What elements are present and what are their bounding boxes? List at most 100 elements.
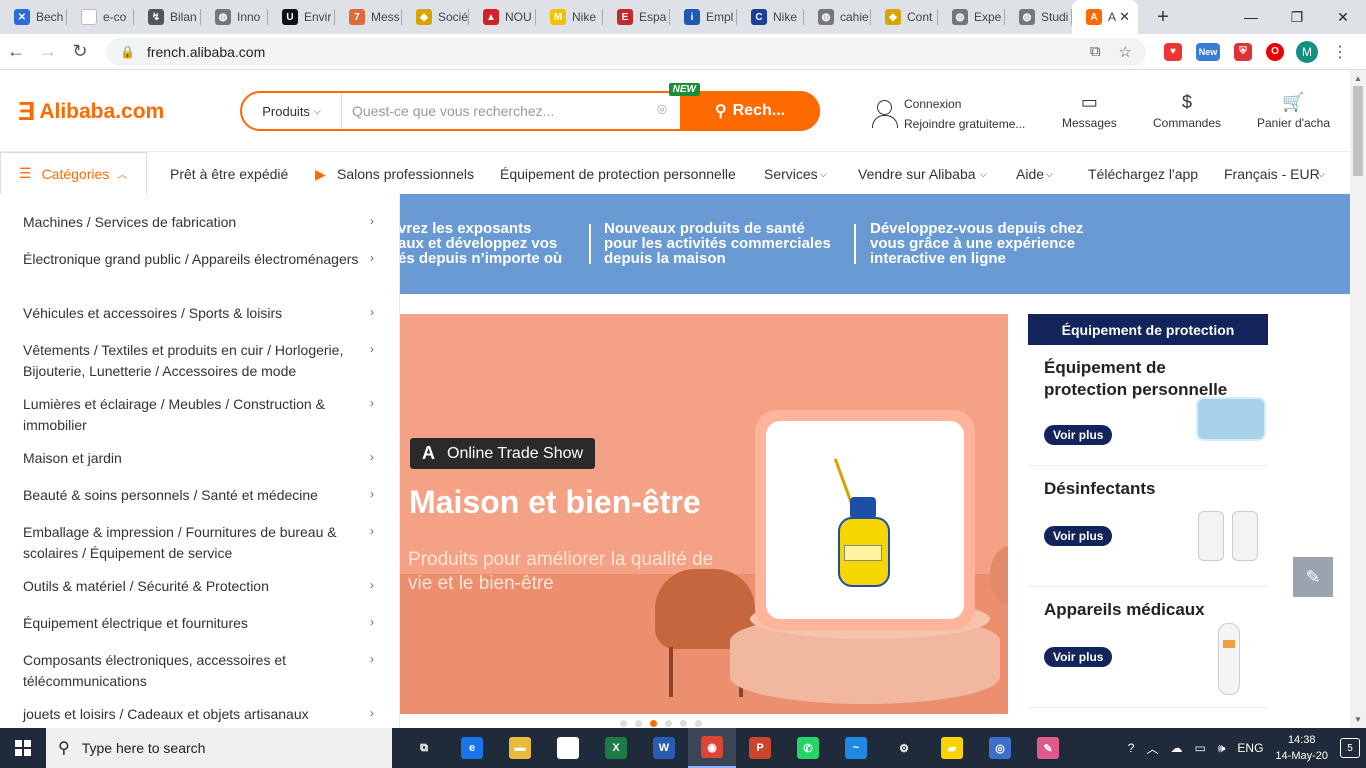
- category-menu-item[interactable]: Équipement électrique et fournitures: [23, 613, 363, 634]
- taskbar-app-file-explorer[interactable]: ▬: [496, 728, 544, 768]
- category-menu-item[interactable]: Maison et jardin: [23, 448, 363, 469]
- shield-icon[interactable]: ⛨: [1234, 42, 1252, 61]
- side-item-ppe[interactable]: Équipement de protection personnelle Voi…: [1028, 345, 1268, 466]
- nav-help[interactable]: Aide: [1016, 166, 1044, 182]
- browser-tab-active[interactable]: A A ✕: [1072, 0, 1138, 34]
- volume-icon[interactable]: 🕪: [1218, 741, 1226, 756]
- notification-center-icon[interactable]: 5: [1340, 738, 1360, 758]
- camera-search-icon[interactable]: ⌾: [644, 102, 680, 120]
- taskbar-search[interactable]: ⚲ Type here to search: [46, 728, 392, 768]
- nav-language[interactable]: Français - EUR: [1224, 166, 1320, 182]
- browser-tab[interactable]: ◍ Expe: [938, 0, 1005, 34]
- taskbar-app-sticky-notes[interactable]: ▰: [928, 728, 976, 768]
- opera-icon[interactable]: O: [1266, 42, 1284, 61]
- bookmark-star-icon[interactable]: ☆: [1119, 43, 1132, 61]
- taskbar-app-store[interactable]: ▦: [544, 728, 592, 768]
- clock[interactable]: 14:38 14-May-20: [1275, 732, 1328, 764]
- nav-ready-to-ship[interactable]: Prêt à être expédié: [170, 166, 288, 182]
- browser-tab[interactable]: ↯ Bilan: [134, 0, 201, 34]
- battery-icon[interactable]: ▭: [1195, 741, 1206, 755]
- side-item-medical[interactable]: Appareils médicaux Voir plus: [1028, 587, 1268, 708]
- browser-tab[interactable]: ◆ Cont: [871, 0, 938, 34]
- translate-icon[interactable]: ⧉: [1090, 43, 1101, 61]
- carousel-dot-active[interactable]: [650, 720, 657, 727]
- carousel-dot[interactable]: [635, 720, 642, 727]
- browser-tab[interactable]: ✕ Bech: [0, 0, 67, 34]
- login-link[interactable]: Connexion: [904, 94, 1025, 114]
- minimize-button[interactable]: —: [1228, 0, 1274, 34]
- feedback-icon[interactable]: ✎: [1293, 557, 1333, 597]
- orders-button[interactable]: $ Commandes: [1153, 90, 1221, 130]
- nav-trade-shows[interactable]: Salons professionnels: [337, 166, 474, 182]
- reload-button[interactable]: ↻: [64, 41, 96, 62]
- category-menu-item[interactable]: Électronique grand public / Appareils él…: [23, 249, 363, 270]
- browser-tab[interactable]: U Envir: [268, 0, 335, 34]
- taskbar-app-app-paint[interactable]: ✎: [1024, 728, 1072, 768]
- taskbar-app-messenger[interactable]: ~: [832, 728, 880, 768]
- side-item-disinfectants[interactable]: Désinfectants Voir plus: [1028, 466, 1268, 587]
- help-icon[interactable]: ?: [1128, 741, 1135, 755]
- browser-tab[interactable]: 7 Mess: [335, 0, 402, 34]
- address-bar[interactable]: 🔒 french.alibaba.com ⧉ ☆: [106, 37, 1146, 66]
- start-button[interactable]: [0, 728, 46, 768]
- category-menu-item[interactable]: Composants électroniques, accessoires et…: [23, 650, 363, 692]
- close-window-button[interactable]: ✕: [1320, 0, 1366, 34]
- hero-banner[interactable]: A Online Trade Show Maison et bien-être …: [400, 314, 1008, 714]
- nav-sell[interactable]: Vendre sur Alibaba: [858, 166, 976, 182]
- see-more-button[interactable]: Voir plus: [1044, 425, 1113, 445]
- cloud-icon[interactable]: ☁: [1171, 741, 1183, 755]
- browser-tab[interactable]: C Nike: [737, 0, 804, 34]
- carousel-dot[interactable]: [695, 720, 702, 727]
- alibaba-logo[interactable]: Ǝ Alibaba.com: [18, 96, 164, 127]
- browser-tab[interactable]: ◍ Studi: [1005, 0, 1072, 34]
- scroll-thumb[interactable]: [1353, 86, 1363, 176]
- carousel-dot[interactable]: [620, 720, 627, 727]
- taskbar-app-chrome[interactable]: ◉: [688, 728, 736, 768]
- browser-tab[interactable]: i Empl: [670, 0, 737, 34]
- carousel-dot[interactable]: [680, 720, 687, 727]
- carousel-dot[interactable]: [665, 720, 672, 727]
- page-scrollbar[interactable]: ▲ ▼: [1350, 70, 1366, 728]
- scroll-up-arrow[interactable]: ▲: [1354, 74, 1362, 83]
- category-menu-item[interactable]: Beauté & soins personnels / Santé et méd…: [23, 485, 363, 506]
- scroll-down-arrow[interactable]: ▼: [1354, 715, 1362, 724]
- profile-avatar[interactable]: M: [1296, 40, 1318, 63]
- browser-tab[interactable]: ▲ NOU: [469, 0, 536, 34]
- search-category-select[interactable]: Produits ⌵: [242, 93, 342, 129]
- category-menu-item[interactable]: Machines / Services de fabrication: [23, 212, 363, 233]
- category-menu-item[interactable]: Outils & matériel / Sécurité & Protectio…: [23, 576, 363, 597]
- nav-ppe[interactable]: Équipement de protection personnelle: [500, 166, 736, 182]
- browser-tab[interactable]: ◆ Socié: [402, 0, 469, 34]
- close-tab-icon[interactable]: ✕: [1119, 9, 1130, 25]
- category-menu-item[interactable]: Vêtements / Textiles et produits en cuir…: [23, 340, 363, 382]
- account-menu[interactable]: Connexion Rejoindre gratuiteme...: [870, 94, 1025, 134]
- taskbar-app-edge[interactable]: e: [448, 728, 496, 768]
- search-input[interactable]: Quest-ce que vous recherchez...: [342, 103, 644, 119]
- browser-tab[interactable]: E Espa: [603, 0, 670, 34]
- menu-kebab-icon[interactable]: ⋮: [1332, 42, 1348, 62]
- taskbar-app-whatsapp[interactable]: ✆: [784, 728, 832, 768]
- maximize-button[interactable]: ❐: [1274, 0, 1320, 34]
- extension-new-icon[interactable]: New: [1196, 42, 1220, 61]
- category-menu-item[interactable]: Véhicules et accessoires / Sports & lois…: [23, 303, 363, 324]
- browser-tab[interactable]: M Nike: [536, 0, 603, 34]
- see-more-button[interactable]: Voir plus: [1044, 647, 1113, 667]
- category-menu-item[interactable]: Lumières et éclairage / Meubles / Constr…: [23, 394, 363, 436]
- taskbar-app-word[interactable]: W: [640, 728, 688, 768]
- back-button[interactable]: ←: [0, 41, 32, 62]
- taskbar-app-app-blue[interactable]: ◎: [976, 728, 1024, 768]
- cart-button[interactable]: 🛒 Panier d'acha: [1257, 90, 1330, 130]
- messages-button[interactable]: ▭ Messages: [1062, 90, 1117, 130]
- forward-button[interactable]: →: [32, 41, 64, 62]
- extension-icon[interactable]: ♥: [1164, 42, 1182, 61]
- new-tab-button[interactable]: +: [1148, 0, 1178, 34]
- taskbar-app-settings[interactable]: ⚙: [880, 728, 928, 768]
- taskbar-app-powerpoint[interactable]: P: [736, 728, 784, 768]
- browser-tab[interactable]: ◍ Inno: [201, 0, 268, 34]
- category-menu-item[interactable]: jouets et loisirs / Cadeaux et objets ar…: [23, 704, 363, 725]
- browser-tab[interactable]: ◍ cahie: [804, 0, 871, 34]
- taskbar-app-excel[interactable]: X: [592, 728, 640, 768]
- browser-tab[interactable]: e-co: [67, 0, 134, 34]
- search-button[interactable]: ⚲ Rech...: [680, 91, 820, 131]
- nav-services[interactable]: Services: [764, 166, 818, 182]
